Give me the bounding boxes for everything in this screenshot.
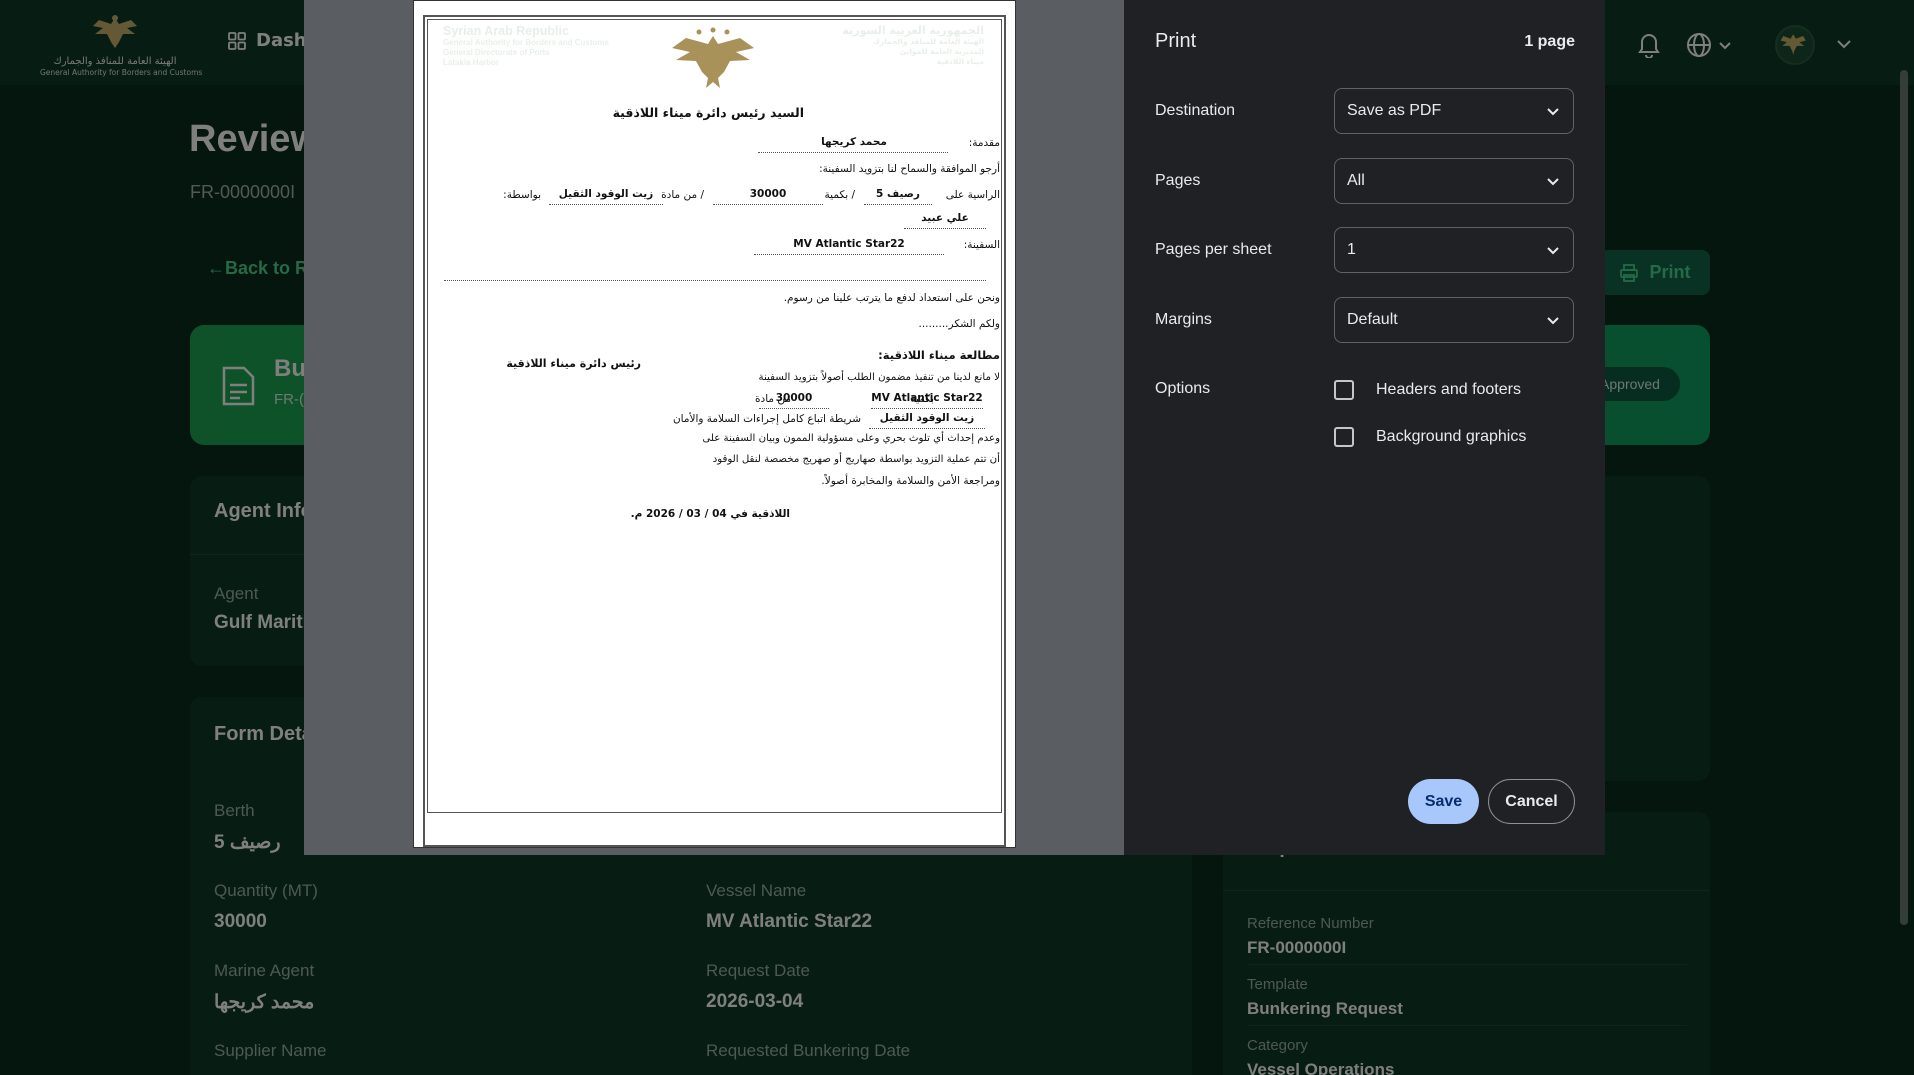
doc-signature: رئيس دائرة ميناء اللاذقية: [506, 357, 641, 370]
background-graphics-label[interactable]: Background graphics: [1376, 428, 1526, 446]
doc-presenter-label: مقدمة:: [968, 137, 1000, 149]
doc-ar-line3: المديرية العامة للموانئ: [899, 47, 984, 56]
headers-footers-label[interactable]: Headers and footers: [1376, 381, 1521, 399]
destination-label: Destination: [1155, 102, 1236, 119]
doc-qty-label: / بكمية: [824, 189, 855, 201]
print-dialog: Syrian Arab Republic General Authority f…: [304, 0, 1605, 855]
pages-select[interactable]: All: [1334, 158, 1574, 204]
doc-review-from: من مادة: [755, 393, 791, 405]
chevron-down-icon: [1547, 317, 1559, 325]
doc-material-value: زيت الوقود الثقيل: [558, 188, 654, 200]
print-preview-area: Syrian Arab Republic General Authority f…: [304, 0, 1124, 855]
pages-per-sheet-value: 1: [1347, 241, 1356, 258]
dotted-line: [713, 204, 823, 205]
doc-material-label: / من مادة: [661, 189, 704, 201]
doc-ar-line1: الجمهورية العربية السورية: [842, 24, 984, 37]
dotted-line: [754, 254, 944, 255]
doc-via-label: بواسطة:: [503, 189, 541, 201]
doc-date-line: اللاذقية في 04 / 03 / 2026 م.: [630, 508, 790, 520]
doc-review-qty-label: بكمية: [910, 393, 934, 405]
chevron-down-icon: [1547, 247, 1559, 255]
destination-select[interactable]: Save as PDF: [1334, 88, 1574, 134]
doc-ship-label: السفينة:: [963, 239, 1000, 251]
margins-value: Default: [1347, 311, 1398, 328]
pages-per-sheet-select[interactable]: 1: [1334, 227, 1574, 273]
doc-ar-line2: الهيئة العامة للمنافذ والجمارك: [873, 37, 984, 46]
doc-review-line4: أن تتم عملية التزويد بواسطة صهاريج أو صه…: [712, 454, 1000, 465]
pages-per-sheet-label: Pages per sheet: [1155, 241, 1272, 258]
doc-request-line: أرجو الموافقة والسماح لنا بتزويد السفينة…: [819, 163, 1000, 175]
doc-berth-value: رصيف 5: [876, 188, 920, 200]
print-dialog-title: Print: [1155, 30, 1197, 52]
margins-select[interactable]: Default: [1334, 297, 1574, 343]
doc-ship-value: MV Atlantic Star22: [793, 238, 905, 250]
doc-presenter-value: محمد كريجها: [821, 136, 887, 148]
doc-review-line5: ومراجعة الأمن والسلامة والمخابرة أصولاً.: [821, 475, 1000, 487]
doc-qty-value: 30000: [749, 188, 787, 200]
dotted-line: [869, 428, 985, 429]
headers-footers-checkbox[interactable]: [1334, 380, 1354, 400]
dotted-separator: [444, 280, 986, 281]
doc-en-line4: Latakia Harbor: [443, 58, 500, 67]
eagle-emblem-icon: [672, 27, 754, 88]
dotted-line: [904, 228, 986, 229]
doc-review-line2: شريطة اتباع كامل إجراءات السلامة والأمان: [672, 413, 861, 425]
doc-review-line3: وعدم إحداث أي تلوث بحري وعلى مسؤولية الم…: [702, 433, 1000, 444]
background-graphics-checkbox[interactable]: [1334, 427, 1354, 447]
dotted-line: [871, 408, 983, 409]
options-label: Options: [1155, 380, 1211, 397]
doc-thanks-line: ولكم الشكر.........: [918, 318, 1000, 330]
chevron-down-icon: [1547, 178, 1559, 186]
doc-review-line1: لا مانع لدينا من تنفيذ مضمون الطلب أصولا…: [758, 372, 1000, 383]
doc-arabic-header: الجمهورية العربية السورية الهيئة العامة …: [824, 24, 984, 67]
doc-pay-line: ونحن على استعداد لدفع ما يترتب علينا من …: [783, 292, 1000, 304]
doc-en-line1: Syrian Arab Republic: [443, 24, 569, 38]
page-count: 1 page: [1524, 33, 1575, 50]
print-settings-panel: Print 1 page Destination Save as PDF Pag…: [1124, 0, 1605, 855]
cancel-button[interactable]: Cancel: [1488, 779, 1575, 824]
save-button[interactable]: Save: [1408, 779, 1479, 824]
destination-value: Save as PDF: [1347, 102, 1442, 119]
doc-en-line3: General Directorate of Ports: [443, 48, 550, 57]
dotted-line: [758, 152, 948, 153]
doc-review-material: زيت الوقود الثقيل: [879, 412, 975, 424]
doc-docked-label: الراسية على: [945, 189, 1000, 201]
pages-label: Pages: [1155, 172, 1201, 189]
chevron-down-icon: [1547, 108, 1559, 116]
dotted-line: [759, 408, 829, 409]
doc-ar-line4: ميناء اللاذقية: [936, 57, 984, 66]
pages-value: All: [1347, 172, 1365, 189]
doc-en-line2: General Authority for Borders and Custom…: [443, 38, 609, 47]
dotted-line: [864, 204, 932, 205]
doc-addressee: السيد رئيس دائرة ميناء اللاذقية: [612, 105, 804, 120]
doc-via-value: علي عبيد: [921, 212, 969, 224]
dotted-line: [549, 204, 663, 205]
doc-english-header: Syrian Arab Republic General Authority f…: [443, 24, 609, 68]
doc-review-title: مطالعة ميناء اللاذقية:: [878, 348, 1000, 362]
margins-label: Margins: [1155, 311, 1212, 328]
